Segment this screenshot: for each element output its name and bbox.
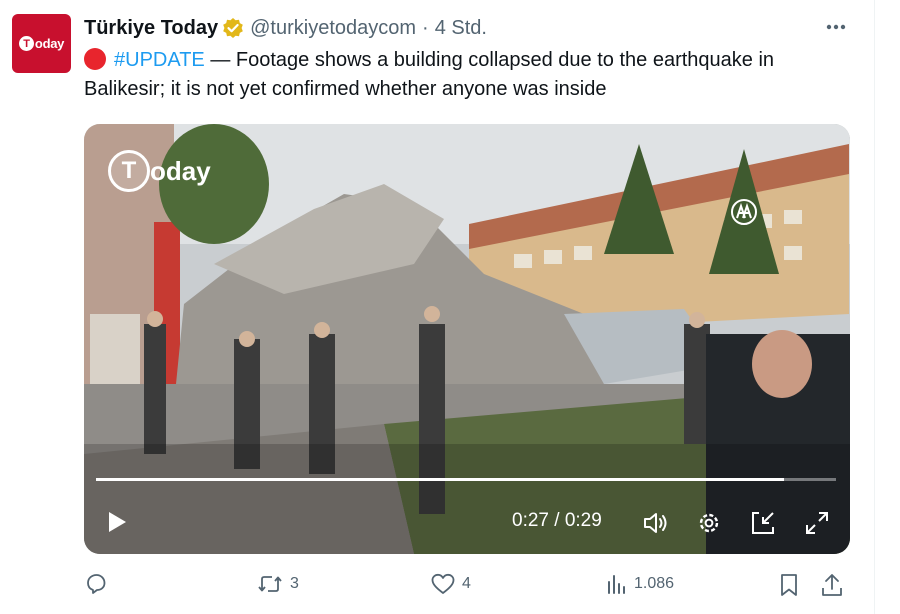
tweet-text: #UPDATE — Footage shows a building colla… bbox=[84, 46, 854, 104]
verified-badge-icon[interactable] bbox=[222, 17, 244, 39]
volume-icon[interactable] bbox=[642, 510, 670, 541]
tweet-card[interactable]: Today Türkiye Today @turkiyetodaycom · 4… bbox=[0, 0, 874, 614]
pip-icon[interactable] bbox=[750, 510, 776, 541]
more-icon[interactable] bbox=[822, 16, 850, 38]
column-divider bbox=[874, 0, 875, 614]
retweet-count: 3 bbox=[290, 575, 299, 592]
timestamp[interactable]: 4 Std. bbox=[435, 17, 487, 40]
reply-icon bbox=[87, 574, 106, 594]
video-progress-fill bbox=[96, 478, 785, 481]
agency-logo-icon bbox=[731, 199, 757, 225]
like-icon bbox=[431, 573, 455, 594]
hashtag-link[interactable]: #UPDATE bbox=[114, 49, 205, 71]
like-button[interactable]: 4 bbox=[430, 572, 471, 596]
tweet-header: Türkiye Today @turkiyetodaycom · 4 Std. bbox=[84, 14, 487, 42]
red-circle-emoji bbox=[84, 48, 106, 70]
views-icon bbox=[608, 575, 625, 594]
bookmark-button[interactable] bbox=[778, 572, 806, 598]
avatar-logo: Today bbox=[18, 36, 64, 51]
reply-button[interactable] bbox=[84, 572, 114, 596]
bookmark-icon bbox=[781, 574, 797, 596]
tweet-actions: 3 4 1.086 bbox=[84, 572, 854, 604]
video-time: 0:27 / 0:29 bbox=[512, 510, 602, 531]
play-icon[interactable] bbox=[106, 510, 128, 539]
settings-icon[interactable] bbox=[696, 510, 722, 541]
display-name[interactable]: Türkiye Today bbox=[84, 17, 218, 40]
retweet-button[interactable]: 3 bbox=[256, 572, 299, 596]
share-button[interactable] bbox=[820, 572, 850, 598]
retweet-icon bbox=[258, 576, 282, 592]
share-icon bbox=[822, 574, 842, 596]
handle[interactable]: @turkiyetodaycom bbox=[250, 17, 416, 40]
avatar[interactable]: Today bbox=[12, 14, 71, 73]
like-count: 4 bbox=[462, 575, 471, 592]
video-watermark: Today bbox=[108, 150, 211, 192]
video-player[interactable]: Today 0:27 / 0:29 bbox=[84, 124, 850, 554]
views-button[interactable]: 1.086 bbox=[606, 572, 674, 596]
video-progress-bar[interactable] bbox=[96, 478, 836, 481]
fullscreen-icon[interactable] bbox=[804, 510, 830, 541]
video-controls: 0:27 / 0:29 bbox=[84, 500, 850, 544]
separator: · bbox=[422, 16, 429, 39]
views-count: 1.086 bbox=[634, 575, 675, 592]
